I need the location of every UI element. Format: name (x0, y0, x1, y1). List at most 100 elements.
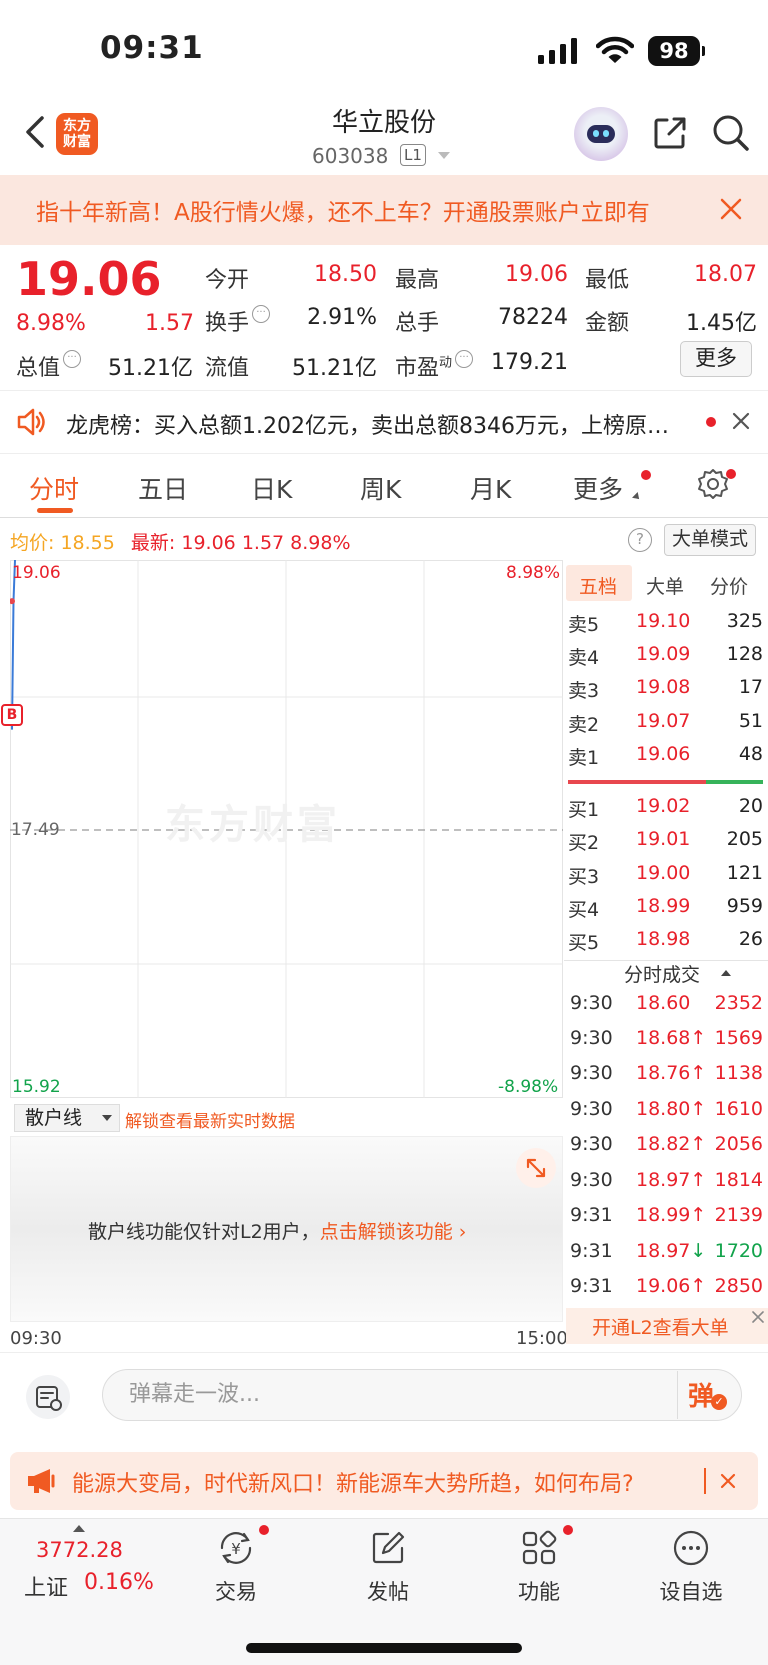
tab-intraday[interactable]: 分时 (29, 470, 79, 506)
dropdown-caret-icon[interactable] (102, 1115, 112, 1121)
tab-daily-k[interactable]: 日K (251, 470, 292, 506)
home-indicator (246, 1643, 522, 1653)
gear-icon[interactable] (697, 468, 729, 500)
close-icon[interactable] (730, 410, 752, 432)
search-icon[interactable] (712, 114, 750, 152)
speaker-icon (17, 408, 45, 436)
high-label: 最高 (395, 268, 440, 293)
retail-unlock-tip[interactable]: 解锁查看最新实时数据 (125, 1107, 295, 1132)
tab-five-level[interactable]: 五档 (579, 572, 617, 599)
watermark: 东方财富 (165, 802, 341, 848)
pe-value: 179.21 (491, 350, 568, 375)
tick-row: 9:30 18.97↑ 1814 (570, 1169, 763, 1191)
buy-marker[interactable]: B (1, 704, 23, 726)
tab-big-order[interactable]: 大单 (646, 572, 684, 599)
close-icon[interactable] (719, 1472, 737, 1490)
info-icon[interactable]: ··· (63, 350, 82, 368)
expand-icon[interactable] (516, 1148, 556, 1188)
float-mv-value: 51.21亿 (292, 356, 377, 381)
l2-promo-text[interactable]: 开通L2查看大单 (592, 1313, 729, 1340)
ticks-title[interactable]: 分时成交 (624, 960, 700, 987)
close-icon[interactable] (718, 196, 744, 222)
edit-icon (372, 1531, 405, 1564)
change-amount: 1.57 (145, 311, 194, 336)
tick-row: 9:30 18.68↑ 1569 (570, 1027, 763, 1049)
divider (704, 1468, 706, 1494)
chart-mid-price: 17.49 (11, 820, 60, 840)
open-value: 18.50 (314, 262, 377, 287)
info-icon[interactable]: ··· (252, 305, 271, 323)
tick-row: 9:30 18.76↑ 1138 (570, 1062, 763, 1084)
amount-value: 1.45亿 (686, 311, 757, 336)
chart-bottom-pct: -8.98% (498, 1077, 559, 1097)
ask-row: 卖3 19.08 17 (568, 676, 763, 702)
tab-active-indicator (37, 508, 73, 513)
low-label: 最低 (585, 268, 630, 293)
amount-label: 金额 (585, 311, 630, 336)
tab-price-dist[interactable]: 分价 (710, 572, 748, 599)
float-mv-label: 流值 (205, 356, 250, 381)
dragon-tiger-text[interactable]: 龙虎榜：买入总额1.202亿元，卖出总额8346万元，上榜原因：日涨幅偏离值达7… (66, 408, 686, 440)
ask-row: 卖2 19.07 51 (568, 710, 763, 736)
tick-row: 9:30 18.80↑ 1610 (570, 1098, 763, 1120)
open-label: 今开 (205, 268, 250, 293)
level-badge[interactable]: L1 (400, 144, 426, 166)
notes-settings-icon[interactable] (26, 1375, 70, 1419)
tick-row: 9:31 18.97↓ 1720 (570, 1240, 763, 1262)
chart-start-time: 09:30 (10, 1328, 62, 1349)
bid-row: 买4 18.99 959 (568, 895, 763, 921)
chart-bottom-price: 15.92 (12, 1077, 61, 1097)
status-time: 09:31 (100, 30, 204, 66)
grid-icon (522, 1530, 557, 1565)
tab-five-day[interactable]: 五日 (138, 470, 188, 506)
chart-end-time: 15:00 (516, 1328, 568, 1349)
nav-add-watchlist[interactable]: 设自选 (646, 1528, 736, 1606)
divider (677, 1371, 678, 1419)
caret-up-icon[interactable] (721, 970, 731, 976)
ai-assistant-avatar[interactable] (574, 107, 628, 161)
ask-row: 卖5 19.10 325 (568, 610, 763, 636)
chart-top-pct: 8.98% (506, 563, 561, 583)
stock-code[interactable]: 603038 (312, 144, 388, 168)
help-icon[interactable]: ? (628, 528, 652, 552)
turnover-label[interactable]: 换手 ··· (205, 305, 271, 337)
notification-dot (563, 1525, 573, 1535)
more-button[interactable]: 更多 (680, 341, 752, 377)
svg-text:¥: ¥ (231, 1540, 241, 1558)
nav-post[interactable]: 发帖 (343, 1528, 433, 1606)
index-value[interactable]: 3772.28 (36, 1538, 123, 1562)
notification-dot (641, 470, 651, 480)
total-mv-label[interactable]: 总值 ··· (16, 350, 82, 382)
ask-ratio-bar (568, 780, 706, 784)
bid-row: 买5 18.98 26 (568, 928, 763, 954)
battery-indicator: 98 (648, 36, 705, 66)
ask-row: 卖4 19.09 128 (568, 643, 763, 669)
tab-more[interactable]: 更多 (573, 470, 623, 506)
chart-top-price: 19.06 (12, 563, 61, 583)
tick-row: 9:30 18.82↑ 2056 (570, 1133, 763, 1155)
nav-trade[interactable]: ¥ 交易 (191, 1528, 281, 1606)
nav-functions[interactable]: 功能 (494, 1528, 584, 1606)
pe-label[interactable]: 市盈动 ··· (395, 350, 474, 382)
close-icon[interactable] (750, 1309, 766, 1325)
chevron-down-icon[interactable] (438, 152, 450, 159)
retail-line-message: 散户线功能仅针对L2用户，点击解锁该功能 › (88, 1221, 467, 1243)
index-name[interactable]: 上证 (24, 1570, 68, 1602)
unlock-link[interactable]: 点击解锁该功能 (320, 1221, 453, 1243)
danmu-input[interactable]: 弹幕走一波... (102, 1369, 742, 1421)
low-value: 18.07 (694, 262, 757, 287)
price-info-line: 均价: 18.55 最新: 19.06 1.57 8.98% (10, 532, 351, 554)
share-icon[interactable] (651, 114, 689, 152)
notification-dot (726, 469, 736, 479)
energy-banner-text[interactable]: 能源大变局，时代新风口！新能源车大势所趋，如何布局? (72, 1466, 634, 1498)
current-price: 19.06 (16, 252, 162, 306)
big-order-mode-button[interactable]: 大单模式 (664, 524, 756, 556)
danmu-button[interactable]: 弹 (688, 1376, 732, 1414)
yen-cycle-icon: ¥ (220, 1532, 252, 1564)
index-percent[interactable]: 0.16% (84, 1570, 154, 1595)
promo-banner-text[interactable]: 指十年新高！A股行情火爆，还不上车？开通股票账户立即有 (36, 193, 696, 227)
tab-monthly-k[interactable]: 月K (470, 470, 511, 506)
change-percent: 8.98% (16, 311, 86, 336)
tab-weekly-k[interactable]: 周K (360, 470, 401, 506)
caret-up-icon[interactable] (73, 1525, 85, 1532)
